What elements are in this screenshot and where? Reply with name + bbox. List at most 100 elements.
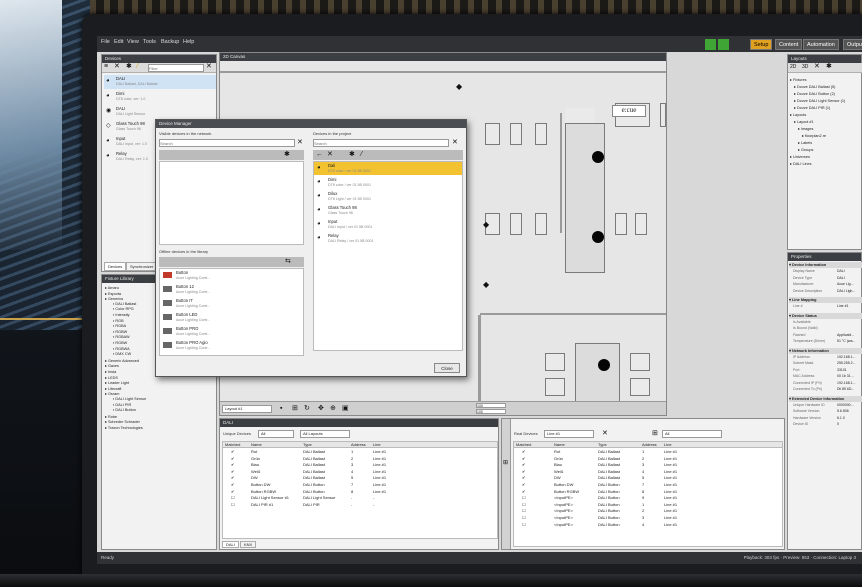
table-row[interactable]: ✔ Weiß DALI Ballast 4 Line #1 xyxy=(514,469,782,475)
settings-icon[interactable]: ✱ xyxy=(284,151,290,159)
tree-item[interactable]: ▸ floorplan2.re xyxy=(802,133,826,138)
devices-search-input[interactable] xyxy=(148,64,204,72)
table-cell[interactable]: ✔ xyxy=(231,469,234,475)
tree-item[interactable]: ▸ Schreder Schrader xyxy=(105,419,140,424)
list-item[interactable]: Button LED Acue Lighting Contr... xyxy=(160,311,303,324)
sensor-marker-icon[interactable]: ◆ xyxy=(483,281,489,289)
tab-content[interactable]: Content xyxy=(775,39,803,50)
property-section-header[interactable]: ▾ Network Information xyxy=(789,347,862,354)
table-row[interactable]: ✔ Grün DALI Ballast 2 Line #1 xyxy=(223,456,497,462)
table-row[interactable]: ✔ Blau DALI Ballast 3 Line #1 xyxy=(223,462,497,468)
menu-tools[interactable]: Tools xyxy=(143,39,156,45)
menu-view[interactable]: View xyxy=(127,39,139,45)
table-row[interactable]: ✔ Button DW DALI Button 7 Line #1 xyxy=(514,482,782,488)
tree-item[interactable]: ▸ Litecraft xyxy=(105,386,121,391)
grid-icon[interactable]: ⊞ xyxy=(652,430,658,438)
tree-item[interactable]: ▸ Dcove DALI Light Sensor (1) xyxy=(794,98,845,103)
property-section-header[interactable]: ▾ Extended Device Information xyxy=(789,395,862,402)
list-item[interactable]: ◕ Dimi DT8 color / ver 01 5B 0001 xyxy=(314,176,462,189)
tree-item[interactable]: ▸ Traxon Technologies xyxy=(105,425,143,430)
rotate-icon[interactable]: ↻ xyxy=(304,405,310,413)
tab-synchronizer[interactable]: Synchronizer xyxy=(126,262,158,271)
list-item[interactable]: Button 12 Acue Lighting Contr... xyxy=(160,283,303,296)
table-cell[interactable]: ☐ xyxy=(522,508,526,514)
select-tool-icon[interactable]: ▪ xyxy=(280,405,282,413)
table-cell[interactable]: ☐ xyxy=(522,522,526,528)
tree-item[interactable]: ▸ Dcove DALI Ballast (5) xyxy=(794,84,835,89)
sensor-marker-icon[interactable]: ◆ xyxy=(456,83,462,91)
tree-item[interactable]: ▪ DALI Light Sensor xyxy=(113,397,146,401)
close-icon[interactable]: ✕ xyxy=(814,63,820,71)
table-row[interactable]: ✔ Weiß DALI Ballast 4 Line #1 xyxy=(223,469,497,475)
tree-item[interactable]: ▸ Layouts xyxy=(790,112,806,117)
tree-item[interactable]: ▸ Osram xyxy=(105,391,119,396)
fixture-marker[interactable] xyxy=(592,231,604,243)
library-icon[interactable]: ⇆ xyxy=(285,258,291,266)
zoom-input-b[interactable]: 100 xyxy=(476,409,506,414)
table-row[interactable]: ☐ <InputPE> DALI Button 4 Line #1 xyxy=(514,522,782,528)
tree-item[interactable]: ▸ Amaru xyxy=(105,285,119,290)
table-row[interactable]: ✔ DW DALI Ballast 5 Line #1 xyxy=(514,475,782,481)
3d-icon[interactable]: 3D xyxy=(802,63,808,71)
unique-devices-select[interactable]: All xyxy=(258,430,294,438)
tree-item[interactable]: ▸ Images xyxy=(798,126,813,131)
table-cell[interactable]: ☐ xyxy=(522,495,526,501)
tree-item[interactable]: ▪ RGBA xyxy=(113,324,126,328)
table-row[interactable]: ✔ Rot DALI Ballast 1 Line #1 xyxy=(223,449,497,455)
table-cell[interactable]: ✔ xyxy=(522,449,525,455)
tree-item[interactable]: ▪ RGBW xyxy=(113,341,127,345)
menu-file[interactable]: File xyxy=(101,39,110,45)
table-cell[interactable]: ☐ xyxy=(231,495,235,501)
tree-item[interactable]: ▸ Insta xyxy=(105,369,116,374)
fixture-marker[interactable] xyxy=(598,359,610,371)
layout-select[interactable]: Layout #1 xyxy=(222,405,272,413)
tree-item[interactable]: ▸ Fixtures xyxy=(790,77,806,82)
tree-item[interactable]: ▸ Generics xyxy=(105,296,123,301)
table-row[interactable]: ☐ <InputPE> DALI Button 3 Line #1 xyxy=(514,515,782,521)
list-item[interactable]: ◕ Input DALI Input / ver 01 5B 0001 xyxy=(314,218,462,231)
grid-icon[interactable]: ⊞ xyxy=(292,405,298,413)
table-cell[interactable]: ✔ xyxy=(231,482,234,488)
table-cell[interactable]: ✔ xyxy=(522,482,525,488)
table-row[interactable]: ✔ Blau DALI Ballast 3 Line #1 xyxy=(514,462,782,468)
table-row[interactable]: ✔ Grün DALI Ballast 2 Line #1 xyxy=(514,456,782,462)
table-cell[interactable]: ✔ xyxy=(231,456,234,462)
close-icon[interactable]: ✕ xyxy=(114,63,120,71)
table-cell[interactable]: ☐ xyxy=(522,515,526,521)
menu-help[interactable]: Help xyxy=(183,39,194,45)
tree-item[interactable]: ▸ Generic Advanced xyxy=(105,358,139,363)
tree-item[interactable]: ▸ Universes xyxy=(790,154,810,159)
table-row[interactable]: ☐ <InputPE> DALI Button 9 Line #1 xyxy=(514,495,782,501)
wand-icon[interactable]: ⁄ xyxy=(137,63,138,71)
settings-icon[interactable]: ✱ xyxy=(349,151,355,159)
tab-setup[interactable]: Setup xyxy=(750,39,773,50)
tab-dali[interactable]: DALI xyxy=(222,541,239,548)
zoom-input-a[interactable]: 100 xyxy=(476,403,506,408)
settings-icon[interactable]: ✱ xyxy=(826,63,832,71)
tree-item[interactable]: ▸ Layout #1 xyxy=(794,119,814,124)
sensor-marker-icon[interactable]: ◆ xyxy=(483,221,489,229)
clear-icon[interactable]: ✕ xyxy=(297,139,303,147)
sync-icon[interactable]: ⊞ xyxy=(503,459,508,467)
list-item[interactable]: ◕ Dali DT8 color / ver 01 5B 0001 xyxy=(314,162,462,175)
project-search-input[interactable] xyxy=(313,139,449,147)
property-section-header[interactable]: ▾ Device Status xyxy=(789,312,862,319)
image-icon[interactable]: ▣ xyxy=(342,405,349,413)
tab-automation[interactable]: Automation xyxy=(803,39,839,50)
table-cell[interactable]: ✔ xyxy=(522,489,525,495)
table-row[interactable]: ✔ DW DALI Ballast 5 Line #1 xyxy=(223,475,497,481)
tree-item[interactable]: ▪ Color RPG xyxy=(113,307,134,311)
table-cell[interactable]: ✔ xyxy=(231,449,234,455)
visible-search-input[interactable] xyxy=(159,139,295,147)
tree-item[interactable]: ▸ DALI Lines xyxy=(790,161,812,166)
tree-item[interactable]: ▪ DALI Button xyxy=(113,408,136,412)
close-icon[interactable]: ✕ xyxy=(602,430,608,438)
tree-item[interactable]: ▪ DALI PIR xyxy=(113,403,131,407)
clear-search-icon[interactable]: ✕ xyxy=(206,63,212,71)
property-section-header[interactable]: ▾ Device Information xyxy=(789,262,862,268)
table-cell[interactable]: ☐ xyxy=(231,502,235,508)
tree-item[interactable]: ▪ DALI Ballast xyxy=(113,302,136,306)
tree-item[interactable]: ▪ RGBWA xyxy=(113,347,130,351)
tree-item[interactable]: ▪ RGBW xyxy=(113,330,127,334)
move-icon[interactable]: ✥ xyxy=(318,405,324,413)
